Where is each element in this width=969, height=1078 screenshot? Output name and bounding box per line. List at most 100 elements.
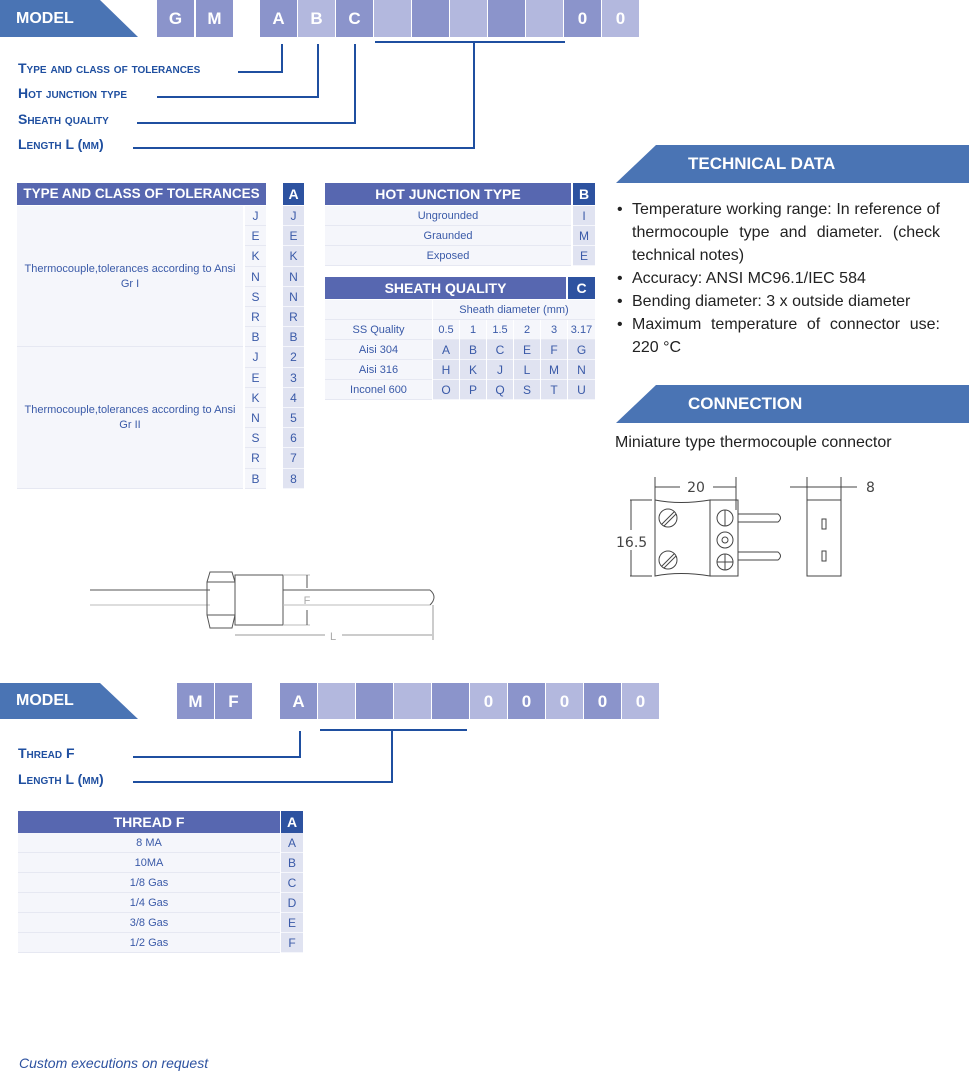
model-code-cell: C <box>336 0 373 37</box>
thread-label: 10MA <box>18 853 280 873</box>
tolerance-type: S <box>245 428 266 449</box>
tolerance-type: R <box>245 307 266 328</box>
tolerance-group-description: Thermocouple,tolerances according to Ans… <box>24 262 236 290</box>
thread-label: 1/2 Gas <box>18 933 280 953</box>
tolerance-code: B <box>283 327 304 348</box>
tolerance-code: 6 <box>283 428 304 449</box>
technical-data-banner: TECHNICAL DATA <box>616 145 969 183</box>
connector-line <box>473 42 475 149</box>
sheath-code: U <box>568 380 595 400</box>
hex-nut <box>206 571 236 629</box>
hot-junction-code-header: B <box>573 183 595 205</box>
tolerance-type: E <box>245 367 266 388</box>
sheath-code-header: C <box>568 277 595 299</box>
legend-length: Length L (mm) <box>18 136 104 152</box>
technical-item: Maximum temperature of connector use: 22… <box>615 313 940 359</box>
sheath-quality: Inconel 600 <box>325 380 432 400</box>
sheath-code: N <box>568 360 595 380</box>
sheath-quality: Aisi 316 <box>325 360 432 380</box>
model-code-cell: 0 <box>564 0 601 37</box>
sheath-code: E <box>514 340 540 360</box>
sheath-diameter: 1.5 <box>487 320 513 340</box>
tolerance-code: J <box>283 206 304 227</box>
legend-sheath: Sheath quality <box>18 111 109 127</box>
sheath-code: S <box>514 380 540 400</box>
model-code-cell <box>374 0 411 37</box>
model-code-cell: 0 <box>622 683 659 719</box>
connector-line <box>157 96 319 98</box>
tolerance-type: J <box>245 206 266 227</box>
sheath-code: J <box>487 360 513 380</box>
tolerance-code: 3 <box>283 367 304 388</box>
tolerance-type: N <box>245 408 266 429</box>
model-prefix-cell: F <box>215 683 252 719</box>
tolerance-code: N <box>283 286 304 307</box>
thread-code: A <box>281 833 303 853</box>
dim-width-label: 20 <box>687 480 705 496</box>
hot-junction-code: E <box>573 246 595 266</box>
thread-code: B <box>281 853 303 873</box>
sheath-code: P <box>460 380 486 400</box>
thread-code-header: A <box>281 811 303 833</box>
thread-label: 1/8 Gas <box>18 873 280 893</box>
hot-junction-label: Graunded <box>325 226 571 246</box>
connector-line <box>281 44 283 73</box>
hot-junction-label: Ungrounded <box>325 206 571 226</box>
technical-item: Bending diameter: 3 x outside diameter <box>615 290 940 313</box>
sheath-code: A <box>433 340 459 360</box>
sheath-code: M <box>541 360 567 380</box>
model-code-cell: A <box>260 0 297 37</box>
pin <box>738 513 781 523</box>
connector-line <box>133 781 393 783</box>
connector-face <box>709 499 739 577</box>
tolerance-code: 8 <box>283 468 304 489</box>
footer-note: Custom executions on request <box>19 1055 209 1071</box>
legend-thread: Thread F <box>18 745 75 761</box>
model-code-cell <box>432 683 469 719</box>
thread-table-header: THREAD F <box>18 811 280 833</box>
tolerance-type: E <box>245 226 266 247</box>
model-banner: MODEL <box>0 0 138 37</box>
connector-line <box>137 122 356 124</box>
model-code-cell <box>412 0 449 37</box>
tolerance-type: K <box>245 246 266 267</box>
connector-bracket <box>320 729 467 731</box>
model-code-cell: 0 <box>584 683 621 719</box>
sheath-code: T <box>541 380 567 400</box>
sheath-code: B <box>460 340 486 360</box>
pin <box>738 551 781 561</box>
connector-line <box>133 756 301 758</box>
tolerance-type: N <box>245 266 266 287</box>
model-code-cell <box>526 0 563 37</box>
thread-code: E <box>281 913 303 933</box>
dim-height-label: 16.5 <box>616 535 647 551</box>
model-code-cell <box>450 0 487 37</box>
sheath-diameter: 3.17 <box>568 320 595 340</box>
sheath-row-header: SS Quality <box>325 320 432 340</box>
tolerance-code: 5 <box>283 408 304 429</box>
thread-code: D <box>281 893 303 913</box>
thread-body <box>234 574 284 626</box>
model-code-cell <box>318 683 355 719</box>
model-prefix-cell: M <box>196 0 233 37</box>
connection-banner: CONNECTION <box>616 385 969 423</box>
model-code-cell: A <box>280 683 317 719</box>
tolerance-code: K <box>283 246 304 267</box>
tolerance-code: 7 <box>283 448 304 469</box>
sheath-diameter: 3 <box>541 320 567 340</box>
tolerance-type: R <box>245 448 266 469</box>
legend-tolerances: Type and class of tolerances <box>18 60 201 76</box>
sheath-diameter: 2 <box>514 320 540 340</box>
connector-drawing: 20 16.5 8 <box>616 477 875 577</box>
technical-item: Temperature working range: In reference … <box>615 198 940 267</box>
sheath-code: O <box>433 380 459 400</box>
hot-junction-code: M <box>573 226 595 246</box>
tolerance-code: E <box>283 226 304 247</box>
hot-junction-table-header: HOT JUNCTION TYPE <box>325 183 571 205</box>
thread-label: F <box>304 595 311 607</box>
connector-line <box>391 730 393 783</box>
hot-junction-label: Exposed <box>325 246 571 266</box>
technical-data-list: Temperature working range: In reference … <box>615 198 940 359</box>
sheath-code: G <box>568 340 595 360</box>
model-banner-2: MODEL <box>0 683 138 719</box>
